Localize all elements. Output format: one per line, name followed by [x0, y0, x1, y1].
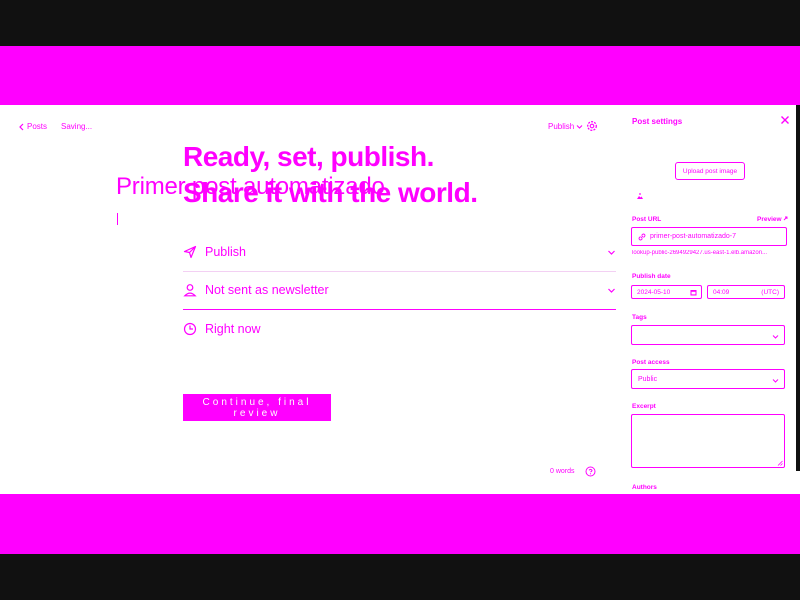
settings-toggle-icon[interactable]	[586, 120, 598, 132]
back-to-posts-link[interactable]: Posts	[18, 122, 47, 131]
chevron-down-icon	[608, 288, 615, 293]
chevron-down-icon	[772, 335, 779, 339]
publish-type-row[interactable]: Publish	[183, 233, 616, 272]
back-link-label: Posts	[27, 122, 48, 131]
excerpt-textarea[interactable]	[631, 414, 785, 468]
external-link-icon	[784, 216, 788, 221]
publish-heading: Ready, set, publish. Share it with the w…	[183, 139, 478, 211]
continue-final-review-button[interactable]: Continue, final review	[183, 394, 331, 421]
chevron-left-icon	[19, 123, 24, 130]
time-value: 04:09	[713, 288, 730, 296]
word-count: 0 words	[550, 468, 575, 475]
save-status: Saving...	[61, 122, 93, 131]
sidebar-scrollbar[interactable]	[796, 105, 800, 471]
user-icon	[183, 284, 197, 297]
publish-time-label: Right now	[205, 322, 261, 336]
authors-label: Authors	[632, 484, 657, 491]
newsletter-label: Not sent as newsletter	[205, 283, 329, 297]
post-settings-sidebar: Post settings Upload post image Post URL…	[625, 105, 800, 494]
image-icon[interactable]	[636, 192, 644, 200]
post-url-full: lookup-public-2694929427.us-east-1.elb.a…	[632, 250, 768, 256]
chevron-down-icon	[608, 250, 615, 255]
publish-date-label: Publish date	[632, 273, 671, 280]
chevron-down-icon	[772, 379, 779, 383]
upload-post-image-button[interactable]: Upload post image	[675, 162, 745, 180]
post-access-value: Public	[638, 375, 658, 383]
date-value: 2024-05-10	[637, 288, 671, 296]
post-url-label: Post URL	[632, 216, 662, 223]
newsletter-row[interactable]: Not sent as newsletter	[183, 271, 616, 310]
timezone-value: UTC	[763, 289, 777, 296]
post-url-input[interactable]: primer-post-automatizado-7	[631, 227, 787, 246]
tags-label: Tags	[632, 314, 647, 321]
publish-menu-button[interactable]: Publish	[548, 122, 583, 131]
post-access-label: Post access	[632, 359, 670, 366]
publish-heading-line2: Share it with the world.	[183, 177, 478, 208]
sidebar-title: Post settings	[632, 117, 683, 126]
publish-menu-label: Publish	[548, 122, 575, 131]
post-access-select[interactable]: Public	[631, 369, 785, 389]
publish-time-input[interactable]: 04:09 (UTC)	[707, 285, 785, 299]
resize-handle-icon[interactable]	[777, 460, 783, 466]
calendar-icon	[690, 290, 697, 296]
paper-plane-icon	[183, 245, 197, 259]
preview-link[interactable]: Preview	[757, 216, 788, 223]
publish-type-label: Publish	[205, 245, 246, 259]
timezone: (UTC)	[761, 289, 779, 296]
help-icon[interactable]	[585, 466, 596, 477]
publish-heading-line1: Ready, set, publish.	[183, 141, 434, 172]
link-icon	[638, 233, 646, 240]
editor-window: Posts Saving... Publish Primer post auto…	[0, 105, 800, 494]
tags-select[interactable]	[631, 325, 785, 345]
text-caret	[117, 213, 118, 225]
excerpt-label: Excerpt	[632, 403, 656, 410]
publish-date-input[interactable]: 2024-05-10	[631, 285, 702, 299]
bottom-highlight-band	[0, 494, 800, 554]
top-highlight-band	[0, 46, 800, 105]
preview-label: Preview	[757, 216, 782, 223]
publish-time-row[interactable]: Right now	[183, 310, 616, 348]
close-icon[interactable]	[780, 115, 790, 125]
post-url-value: primer-post-automatizado-7	[650, 233, 736, 240]
chevron-down-icon	[576, 124, 583, 129]
clock-icon	[183, 322, 197, 336]
